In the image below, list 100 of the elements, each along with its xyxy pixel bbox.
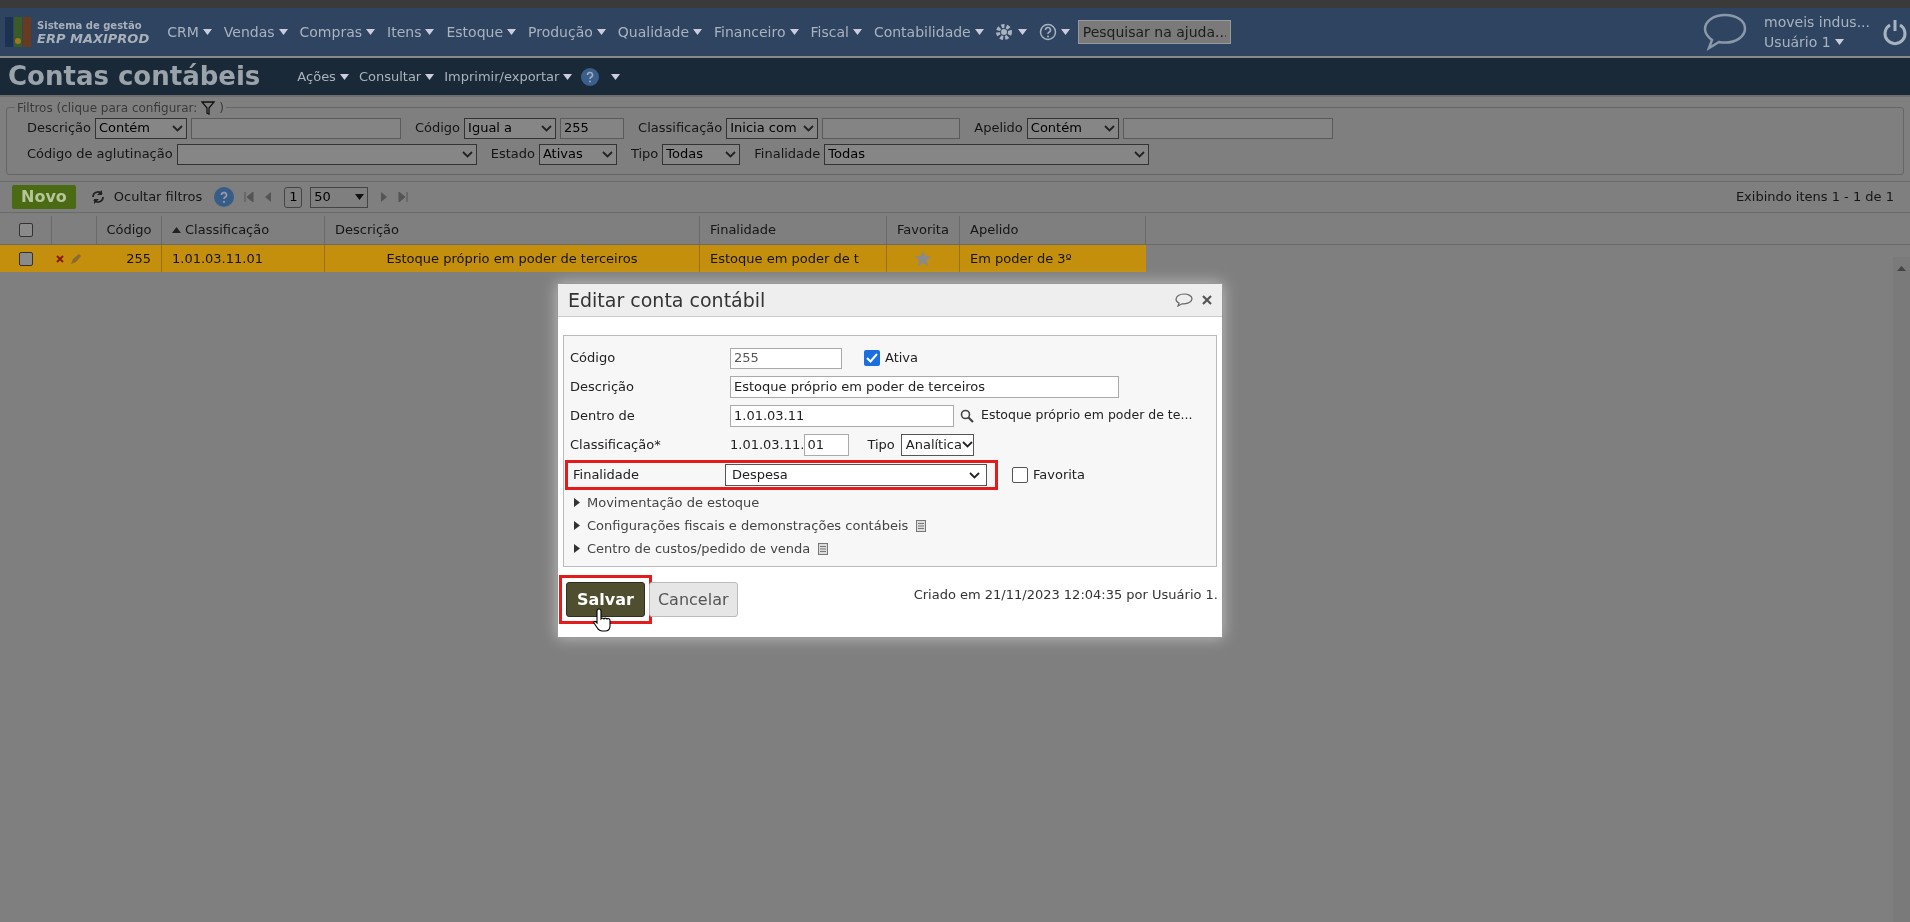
collapsible-section[interactable]: Centro de custos/pedido de venda [587,538,811,559]
chevron-down-icon [171,124,183,132]
checkbox-label: Favorita [1033,466,1085,485]
chevron-down-icon [803,124,815,132]
cancel-button[interactable]: Cancelar [648,582,738,617]
field-label: Classificação* [570,435,662,454]
table-cell-text: 255 [126,249,151,268]
operator-select[interactable]: Inicia com [726,117,819,139]
table-cell-text: Em poder de 3º [970,249,1072,268]
column-header[interactable]: Descrição [325,216,700,244]
document-icon[interactable] [916,519,927,532]
column-header[interactable]: Apelido [960,216,1146,244]
filter-input[interactable] [190,117,401,139]
caret-icon [974,29,984,35]
table-cell-text: Estoque em poder de t [710,249,859,268]
menu-item[interactable]: CRM [161,21,218,43]
star-icon[interactable] [915,251,931,266]
filter-label: Código de aglutinação [27,145,173,164]
type-select[interactable]: Analítica [900,433,974,456]
field-label: Dentro de [570,406,636,425]
help-icon[interactable] [581,67,600,86]
filter-select[interactable]: Ativas [538,143,617,165]
new-button[interactable]: Novo [12,185,76,209]
menu-item[interactable]: Contabilidade [867,21,990,43]
collapsible-section[interactable]: Configurações fiscais e demonstrações contábeis [587,515,909,536]
filter-input[interactable] [822,117,961,139]
chevron-down-icon [961,441,973,448]
filter-label: Finalidade [754,145,821,164]
document-icon[interactable] [818,542,829,555]
user-menu[interactable]: Usuário 1 [1764,32,1844,52]
classification-field[interactable]: 01 [804,433,850,456]
field-label: Descrição [570,377,635,396]
table-row[interactable]: 255 1.01.03.11.01 Estoque próprio em poder de terceiros Estoque em poder de t Em poder de 3º [0,245,1146,272]
parent-account-field[interactable]: 1.01.03.11 [730,404,954,427]
filter-icon[interactable] [201,101,216,115]
search-icon[interactable] [960,408,974,423]
caret-icon [1060,29,1070,35]
column-header[interactable]: Favorita [887,216,960,244]
page-number-field[interactable]: 1 [284,186,303,208]
menu-item[interactable]: Financeiro [708,21,805,43]
description-field[interactable]: Estoque próprio em poder de terceiros [730,375,1119,398]
menu-item[interactable]: Estoque [440,21,522,43]
parent-account-name: Estoque próprio em poder de te... [981,406,1193,425]
filter-select[interactable]: Todas [662,143,741,165]
operator-select[interactable]: Igual a [464,117,557,139]
caret-icon [1834,39,1844,45]
company-name: moveis indus... [1764,13,1870,32]
expand-arrow-icon[interactable] [574,544,580,553]
power-icon[interactable] [1882,18,1908,46]
menu-item[interactable]: Vendas [217,21,294,43]
collapsible-section[interactable]: Movimentação de estoque [587,492,760,513]
operator-select[interactable]: Contém [1026,117,1119,139]
caret-icon [596,29,606,35]
filter-input[interactable] [1122,117,1333,139]
filter-label: Apelido [974,119,1023,138]
action-menu[interactable]: Ações [292,66,354,87]
refresh-icon[interactable] [89,190,106,204]
menu-item[interactable]: Fiscal [804,21,868,43]
filters-legend: ) [219,99,224,117]
page-title: Contas contábeis [8,60,261,93]
filter-input[interactable]: 255 [560,117,625,139]
caret-icon [852,29,862,35]
filter-select[interactable] [176,143,477,165]
menu-item[interactable]: Produção [522,21,612,43]
purpose-select[interactable]: Despesa [725,464,987,486]
field-label: Código [570,349,617,368]
action-menu[interactable]: Imprimir/exportar [439,66,578,87]
column-header[interactable]: Classificação [162,216,325,244]
checkbox-label: Ativa [885,349,919,368]
menu-item[interactable]: Compras [293,21,382,43]
comment-icon[interactable] [1175,293,1193,307]
column-header[interactable]: Finalidade [700,216,887,244]
caret-icon [789,29,799,35]
filter-select[interactable]: Todas [824,143,1150,165]
hide-filters-button[interactable]: Ocultar filtros [113,187,203,207]
operator-select[interactable]: Contém [94,117,187,139]
checkbox[interactable] [864,350,880,366]
save-button[interactable]: Salvar [566,582,645,617]
checkbox[interactable] [1012,467,1028,483]
help-icon[interactable] [1038,23,1057,41]
chat-icon[interactable] [1702,12,1749,52]
delete-icon[interactable] [56,254,64,263]
expand-arrow-icon[interactable] [574,498,580,507]
caret-icon [366,29,376,35]
close-icon[interactable] [1202,295,1212,305]
action-menu[interactable]: Consultar [353,66,440,87]
field-label: Tipo [867,435,895,454]
row-checkbox[interactable] [19,251,33,266]
chevron-down-icon [1103,124,1115,132]
expand-arrow-icon[interactable] [574,521,580,530]
code-field[interactable]: 255 [730,347,842,369]
caret-icon [693,29,703,35]
select-all-checkbox[interactable] [18,223,33,237]
column-header[interactable]: Código [97,216,162,244]
settings-icon[interactable] [993,22,1014,42]
menu-item[interactable]: Itens [381,21,441,43]
caret-icon [425,29,435,35]
filters-legend[interactable]: Filtros (clique para configurar: [17,99,198,117]
page-size-select[interactable]: 50 [310,186,369,208]
menu-item[interactable]: Qualidade [611,21,709,43]
